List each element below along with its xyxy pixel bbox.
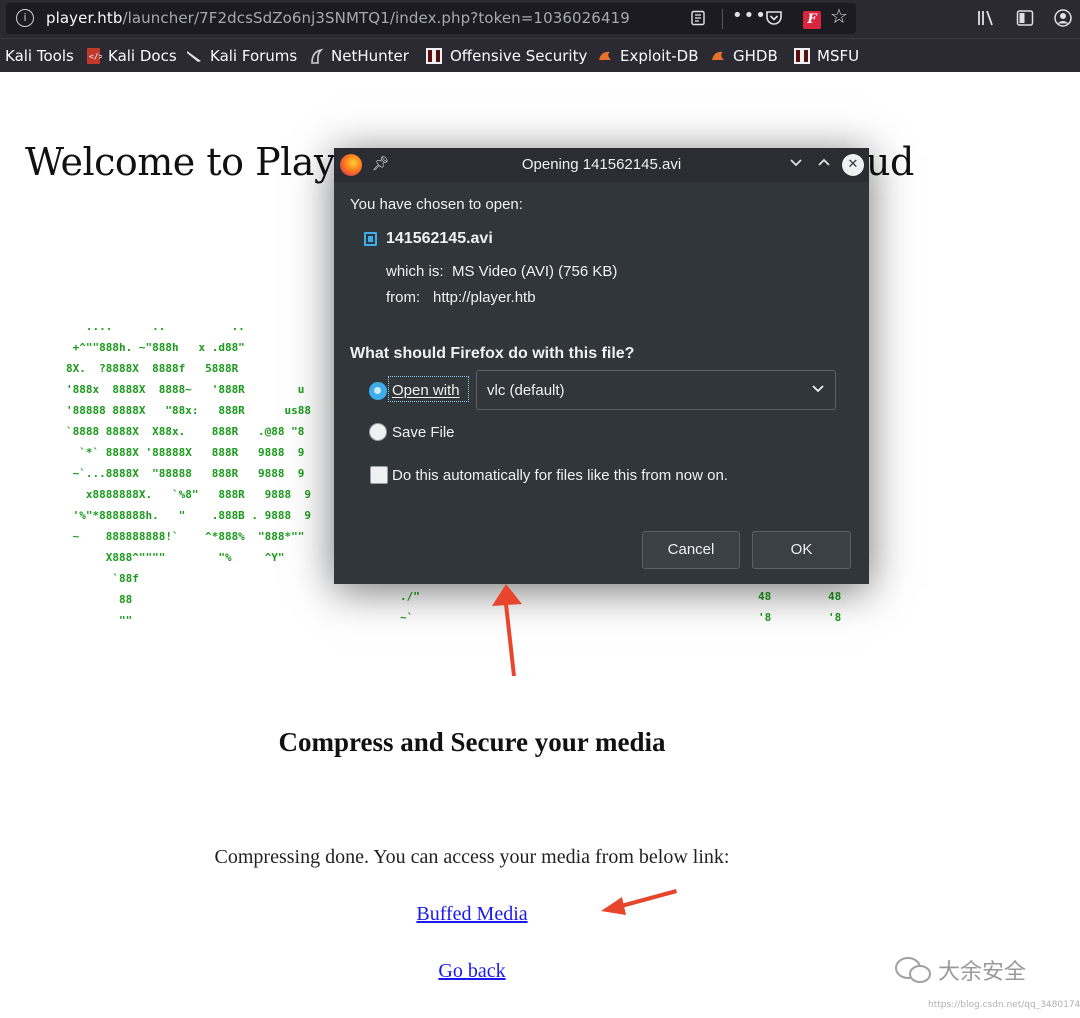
watermark-url: https://blog.csdn.net/qq_34801745	[928, 1000, 1080, 1010]
annotation-arrows	[492, 584, 677, 915]
watermark-text: 大余安全	[938, 960, 1027, 985]
annotation-arrow-up	[492, 584, 522, 676]
wechat-logo-icon	[895, 957, 931, 983]
annotation-arrow-left	[601, 889, 677, 915]
